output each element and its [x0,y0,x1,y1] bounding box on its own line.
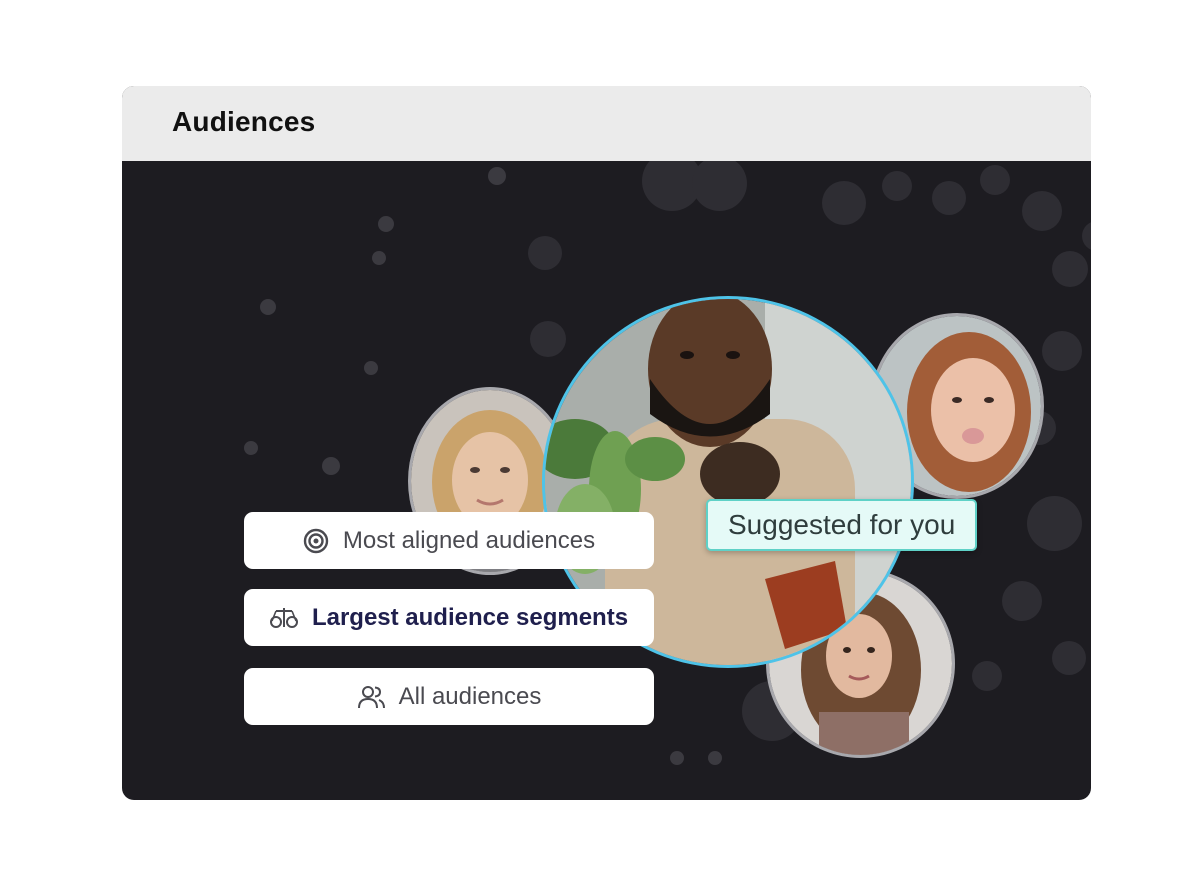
bokeh-dot [1052,251,1088,287]
bokeh-dot [1042,331,1082,371]
filter-label: All audiences [398,682,542,710]
filter-largest-segments[interactable]: Largest audience segments [244,589,654,646]
people-icon [357,684,385,710]
bokeh-dot [1082,221,1091,251]
bokeh-dot [980,165,1010,195]
audiences-card: Audiences Suggested for you Most aligned… [122,86,1091,800]
bokeh-dot [1052,641,1086,675]
bokeh-dot [364,361,378,375]
filter-label: Largest audience segments [311,603,629,631]
audience-visual: Suggested for you Most aligned audiences [122,161,1091,800]
bokeh-dot [1027,496,1082,551]
bokeh-dot [488,167,506,185]
bokeh-dot [932,181,966,215]
bokeh-dot [708,751,722,765]
bokeh-dot [972,661,1002,691]
card-header: Audiences [122,86,1091,161]
bokeh-dot [670,751,684,765]
bokeh-dot [822,181,866,225]
bokeh-dot [378,216,394,232]
bokeh-dot [1022,191,1062,231]
bokeh-dot [260,299,276,315]
bokeh-dot [530,321,566,357]
filter-label: Most aligned audiences [342,526,596,554]
bokeh-dot [692,161,747,211]
scale-icon [269,605,298,631]
bokeh-dot [528,236,562,270]
target-icon [303,528,329,554]
bokeh-dot [244,441,258,455]
filter-all-audiences[interactable]: All audiences [244,668,654,725]
bokeh-dot [1002,581,1042,621]
bokeh-dot [372,251,386,265]
page-title: Audiences [172,106,316,137]
suggested-badge: Suggested for you [706,499,978,551]
bokeh-dot [882,171,912,201]
bokeh-dot [322,457,340,475]
filter-most-aligned[interactable]: Most aligned audiences [244,512,654,569]
